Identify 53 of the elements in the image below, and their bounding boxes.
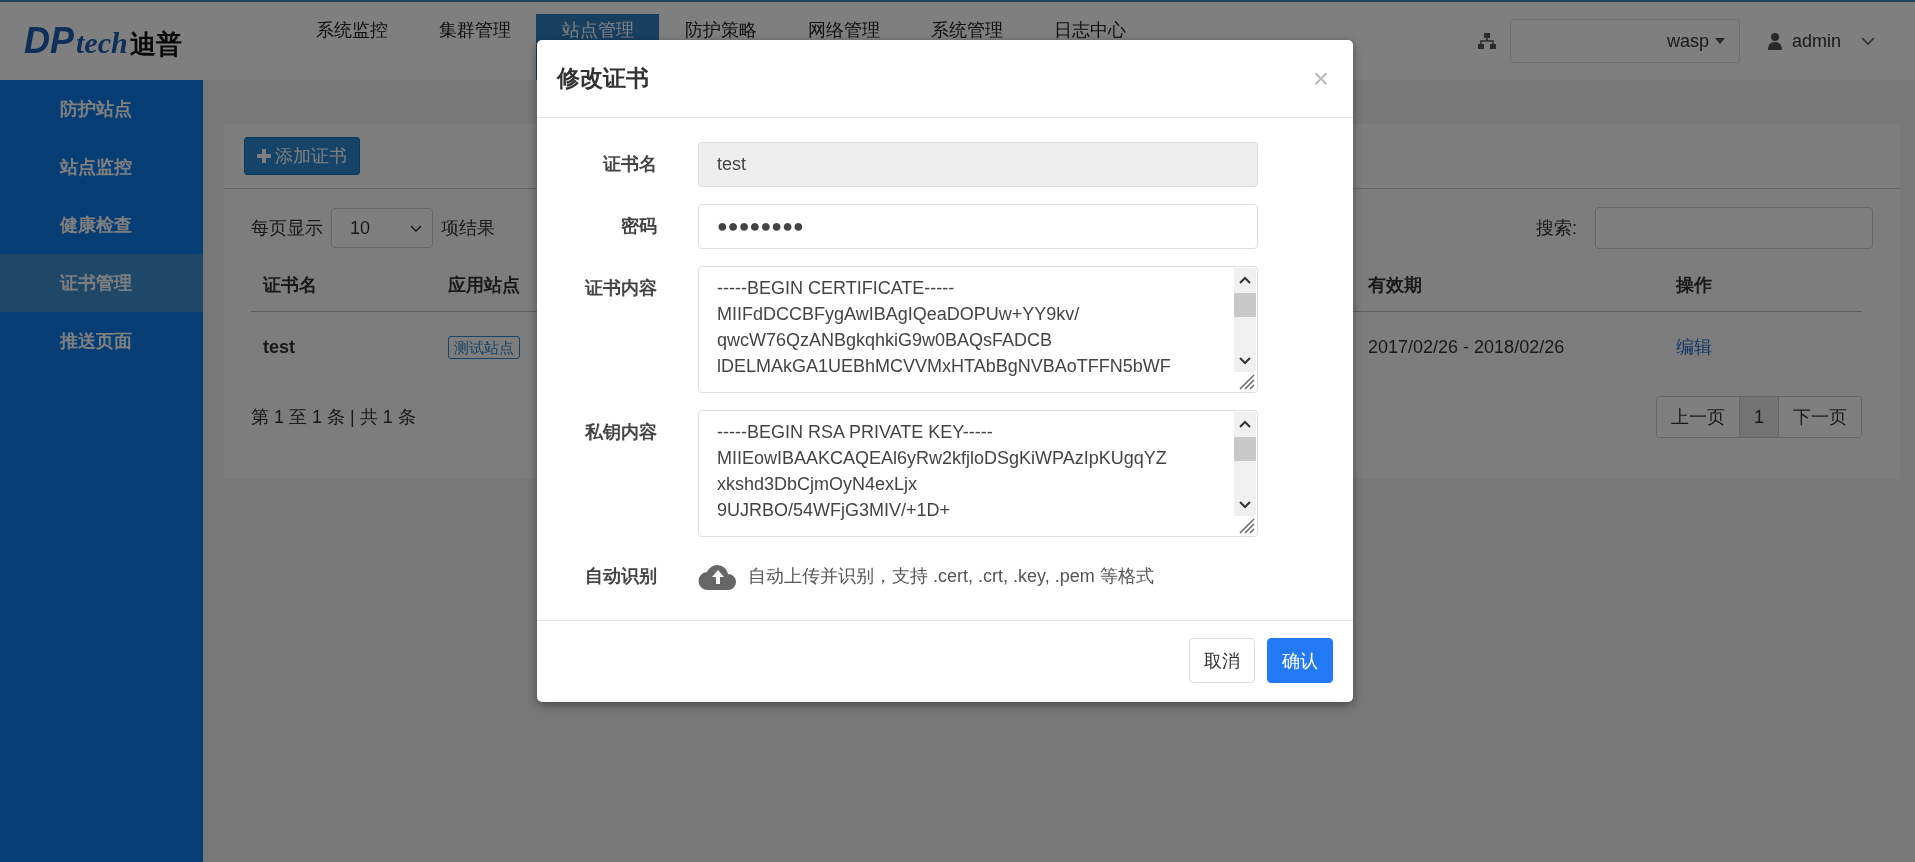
resize-grip-icon[interactable]: [1237, 516, 1255, 534]
column-header: 有效期: [1368, 274, 1422, 297]
upload-hint: 自动上传并识别，支持 .cert, .crt, .key, .pem 等格式: [748, 565, 1154, 588]
password-field[interactable]: ●●●●●●●●: [698, 204, 1258, 249]
column-header: 操作: [1676, 274, 1712, 297]
resize-grip-icon[interactable]: [1237, 372, 1255, 390]
next-page-button[interactable]: 下一页: [1778, 397, 1861, 437]
sidebar-item[interactable]: 健康检查: [0, 196, 203, 254]
sidebar-item[interactable]: 防护站点: [0, 80, 203, 138]
search-field[interactable]: [1595, 207, 1873, 249]
field-label: 私钥内容: [585, 421, 657, 444]
sitemap-icon[interactable]: [1477, 32, 1496, 50]
text-area[interactable]: -----BEGIN RSA PRIVATE KEY----- MIIEowIBAAKCAQEAl6yRw2kfjloDSgKiWPAzIpKUgqYZ xkshd3DbCjmOyN4exLjx 9UJRBO/54WFjG3MIV/+1D+: [698, 410, 1258, 537]
nav-tab[interactable]: 系统管理: [905, 14, 1028, 80]
nav-tab[interactable]: 系统监控: [290, 14, 413, 80]
page-button[interactable]: 1: [1739, 397, 1778, 437]
chevron-down-icon[interactable]: [1861, 37, 1875, 45]
scrollbar-thumb[interactable]: [1234, 437, 1256, 461]
table-summary: 第 1 至 1 条 | 共 1 条: [251, 406, 416, 429]
field-label: 自动识别: [585, 565, 657, 588]
site-select[interactable]: wasp: [1509, 19, 1740, 63]
chevron-down-icon: [410, 224, 422, 232]
edit-link[interactable]: 编辑: [1676, 335, 1712, 359]
confirm-button[interactable]: 确认: [1267, 638, 1333, 683]
page-size-label: 每页显示: [251, 217, 323, 240]
user-name[interactable]: admin: [1791, 30, 1841, 52]
text-area[interactable]: -----BEGIN CERTIFICATE----- MIIFdDCCBFygAwIBAgIQeaDOPUw+YY9kv/ qwcW76QzANBgkqhkiG9w0BAQsFADCB lDELMAkGA1UEBhMCVVMxHTAbBgNVBAoTFFN5bWF: [698, 266, 1258, 393]
column-header: 证书名: [263, 274, 317, 297]
page-size-label: 项结果: [441, 217, 495, 240]
field-label: 证书内容: [585, 277, 657, 300]
table-cell: test: [263, 336, 295, 358]
user-icon[interactable]: [1767, 32, 1782, 50]
nav-tab[interactable]: 网络管理: [782, 14, 905, 80]
site-tag: 测试站点: [448, 335, 520, 359]
logo: DPtech迪普: [23, 20, 183, 62]
field-label: 证书名: [603, 153, 657, 176]
sidebar-item[interactable]: 站点监控: [0, 138, 203, 196]
field-label: 密码: [621, 215, 657, 238]
table-cell: 2017/02/26 - 2018/02/26: [1368, 336, 1565, 358]
nav-tab[interactable]: 日志中心: [1028, 14, 1151, 80]
add-certificate-button[interactable]: 添加证书: [244, 137, 360, 175]
sidebar-item[interactable]: 证书管理: [0, 254, 203, 312]
plus-icon: [257, 149, 271, 163]
nav-tab[interactable]: 集群管理: [413, 14, 536, 80]
scrollbar-thumb[interactable]: [1234, 293, 1256, 317]
caret-icon: [1714, 38, 1725, 44]
search-label: 搜索:: [1536, 217, 1577, 240]
nav-tab[interactable]: 防护策略: [659, 14, 782, 80]
page-size-select[interactable]: 10: [331, 208, 433, 248]
column-header: 应用站点: [448, 274, 520, 297]
dialog-title: 修改证书: [557, 64, 649, 93]
sidebar-item[interactable]: 推送页面: [0, 312, 203, 370]
cancel-button[interactable]: 取消: [1189, 638, 1255, 683]
